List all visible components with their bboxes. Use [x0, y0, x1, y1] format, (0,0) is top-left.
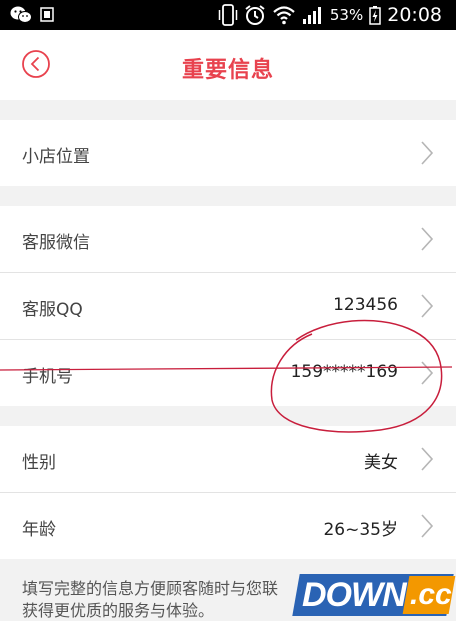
wifi-icon	[273, 6, 295, 25]
row-value: 159*****169	[290, 362, 398, 382]
wechat-icon	[10, 6, 32, 23]
alarm-icon	[245, 5, 265, 25]
row-label: 客服微信	[22, 233, 90, 253]
chevron-right-icon	[421, 294, 434, 318]
chevron-right-icon	[421, 141, 434, 165]
list-item-service-qq[interactable]: 客服QQ 123456	[0, 273, 456, 339]
list-item-store-location[interactable]: 小店位置	[0, 120, 456, 186]
watermark-text: DOWN	[302, 576, 407, 614]
clock-time: 20:08	[387, 4, 442, 26]
status-bar: 53% 20:08	[0, 0, 456, 30]
chevron-right-icon	[421, 361, 434, 385]
page-title: 重要信息	[181, 58, 274, 83]
row-label: 小店位置	[22, 147, 90, 167]
row-value: 美女	[364, 453, 398, 473]
info-note-line: 填写完整的信息方便顾客随时与您联	[22, 579, 279, 598]
vibrate-icon	[218, 4, 238, 26]
info-note: 填写完整的信息方便顾客随时与您联 获得更优质的服务与体验。	[22, 578, 322, 621]
row-label: 性别	[22, 453, 56, 473]
signal-icon	[302, 7, 321, 24]
list-item-service-wechat[interactable]: 客服微信	[0, 206, 456, 272]
chevron-right-icon	[421, 227, 434, 251]
chevron-right-icon	[421, 447, 434, 471]
battery-charging-icon	[369, 6, 381, 25]
battery-percent: 53%	[329, 6, 364, 24]
list-item-phone[interactable]: 手机号 159*****169	[0, 340, 456, 406]
row-label: 客服QQ	[22, 300, 83, 320]
list-item-age[interactable]: 年龄 26~35岁	[0, 493, 456, 559]
watermark-suffix: .cc	[410, 578, 452, 611]
app-header: 重要信息	[0, 30, 456, 100]
list-item-gender[interactable]: 性别 美女	[0, 426, 456, 492]
info-note-line: 获得更优质的服务与体验。	[22, 601, 215, 620]
sim-icon	[40, 7, 54, 22]
row-value: 26~35岁	[323, 520, 398, 540]
row-label: 手机号	[22, 367, 73, 387]
chevron-right-icon	[421, 514, 434, 538]
row-value: 123456	[333, 295, 398, 315]
row-label: 年龄	[22, 520, 56, 540]
